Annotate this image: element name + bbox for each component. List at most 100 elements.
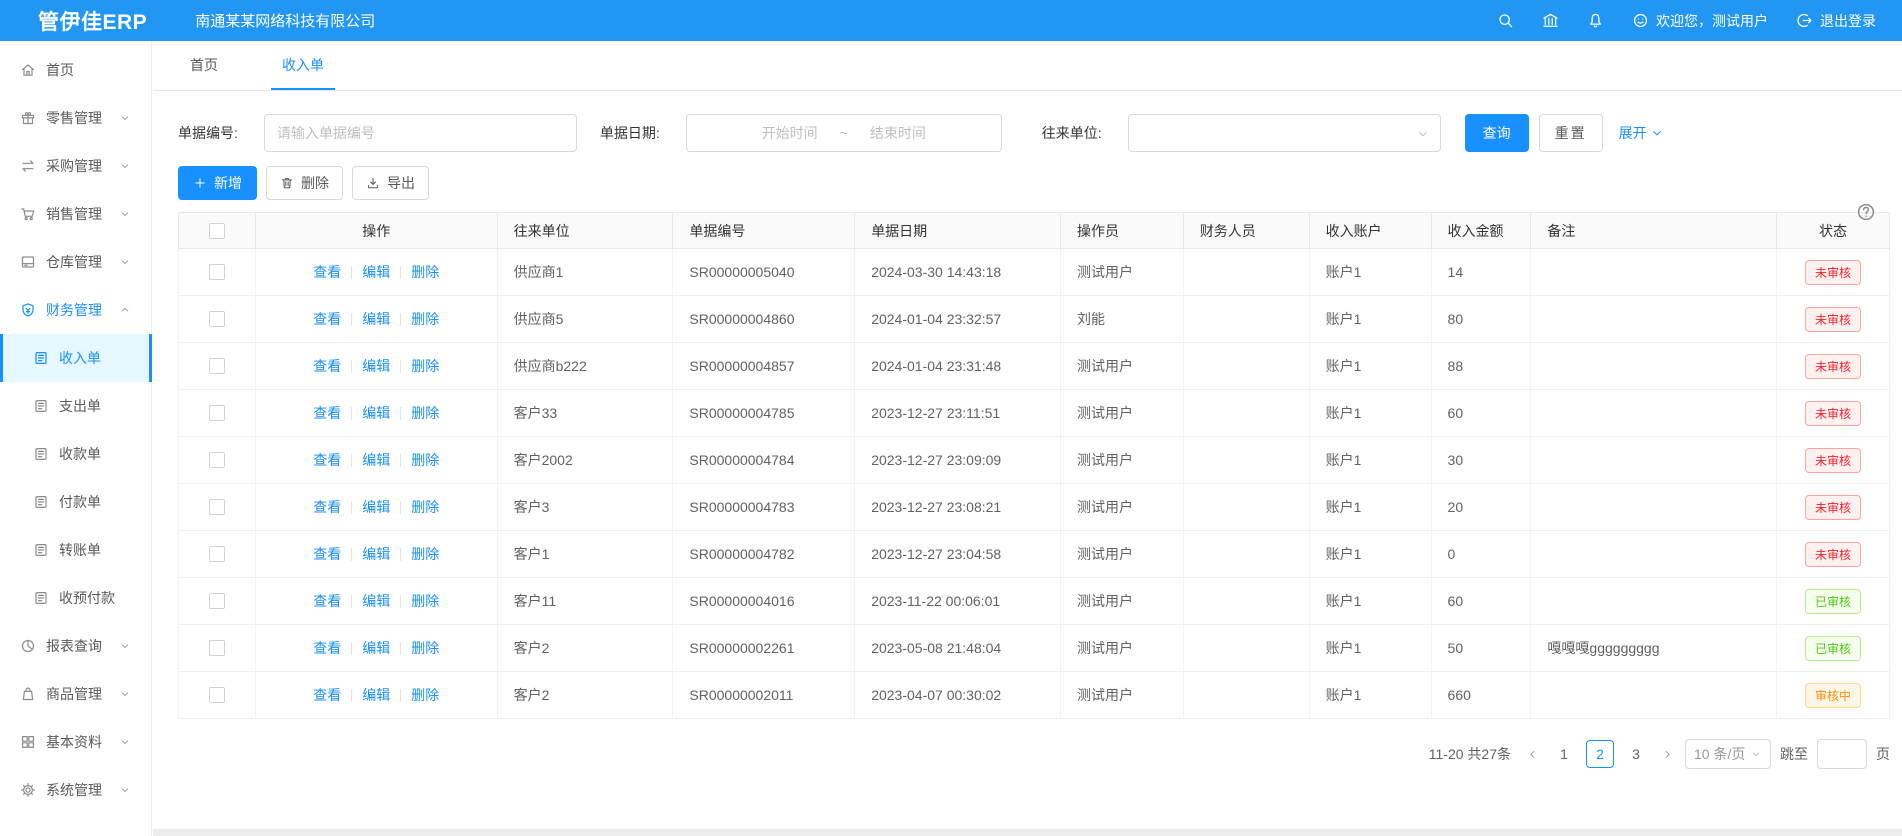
edit-link[interactable]: 编辑	[362, 309, 390, 329]
doc-icon	[33, 398, 49, 414]
edit-link[interactable]: 编辑	[362, 591, 390, 611]
sidebar-item-home[interactable]: 首页	[0, 46, 151, 94]
view-link[interactable]: 查看	[313, 685, 341, 705]
row-checkbox[interactable]	[209, 358, 225, 374]
tab-home[interactable]: 首页	[190, 55, 218, 90]
row-checkbox[interactable]	[209, 546, 225, 562]
view-link[interactable]: 查看	[313, 309, 341, 329]
cell-status: 审核中	[1777, 672, 1889, 718]
cell-operator: 测试用户	[1061, 249, 1184, 295]
delete-link[interactable]: 删除	[411, 403, 439, 423]
cell-account: 账户1	[1310, 343, 1432, 389]
delete-link[interactable]: 删除	[411, 591, 439, 611]
sidebar-item-payment-bill[interactable]: 付款单	[0, 478, 151, 526]
link-separator	[351, 407, 352, 420]
search-button[interactable]: 查询	[1465, 114, 1529, 152]
bell-icon[interactable]	[1587, 12, 1604, 29]
doc-icon	[33, 350, 49, 366]
sidebar-item-advance-receipt[interactable]: 收预付款	[0, 574, 151, 622]
edit-link[interactable]: 编辑	[362, 262, 390, 282]
logout-button[interactable]: 退出登录	[1796, 11, 1876, 31]
sidebar-item-income-bill[interactable]: 收入单	[0, 334, 151, 382]
bank-icon[interactable]	[1542, 12, 1559, 29]
view-link[interactable]: 查看	[313, 450, 341, 470]
cell-bill_no: SR00000004016	[673, 578, 855, 624]
delete-link[interactable]: 删除	[411, 262, 439, 282]
view-link[interactable]: 查看	[313, 638, 341, 658]
delete-link[interactable]: 删除	[411, 356, 439, 376]
row-checkbox[interactable]	[209, 405, 225, 421]
sidebar-item-transfer-bill[interactable]: 转账单	[0, 526, 151, 574]
sidebar-item-sales[interactable]: 销售管理	[0, 190, 151, 238]
view-link[interactable]: 查看	[313, 262, 341, 282]
cell-finance	[1184, 343, 1310, 389]
row-checkbox[interactable]	[209, 640, 225, 656]
partner-select[interactable]	[1128, 114, 1441, 152]
view-link[interactable]: 查看	[313, 544, 341, 564]
edit-link[interactable]: 编辑	[362, 638, 390, 658]
page-button-2[interactable]: 2	[1586, 740, 1614, 768]
delete-button[interactable]: 删除	[266, 166, 343, 200]
user-welcome[interactable]: 欢迎您，测试用户	[1632, 11, 1768, 31]
cell-account: 账户1	[1310, 578, 1432, 624]
cell-date: 2024-01-04 23:32:57	[855, 296, 1061, 342]
cell-amount: 88	[1432, 343, 1532, 389]
erp-page: 管伊佳ERP 南通某某网络科技有限公司 欢迎您，测试用户 退出登录 首页零售管理…	[0, 0, 1902, 836]
delete-link[interactable]: 删除	[411, 638, 439, 658]
delete-link[interactable]: 删除	[411, 497, 439, 517]
select-all-checkbox[interactable]	[209, 223, 225, 239]
horizontal-scrollbar[interactable]	[153, 829, 1902, 836]
view-link[interactable]: 查看	[313, 497, 341, 517]
sidebar-item-retail[interactable]: 零售管理	[0, 94, 151, 142]
sidebar-item-warehouse[interactable]: 仓库管理	[0, 238, 151, 286]
edit-link[interactable]: 编辑	[362, 403, 390, 423]
sidebar-item-purchase[interactable]: 采购管理	[0, 142, 151, 190]
view-link[interactable]: 查看	[313, 591, 341, 611]
edit-link[interactable]: 编辑	[362, 450, 390, 470]
cell-date: 2023-12-27 23:08:21	[855, 484, 1061, 530]
row-checkbox[interactable]	[209, 452, 225, 468]
jump-input[interactable]	[1817, 739, 1867, 769]
search-icon[interactable]	[1497, 12, 1514, 29]
next-page-button[interactable]	[1659, 748, 1676, 761]
cell-partner: 客户11	[498, 578, 674, 624]
row-checkbox[interactable]	[209, 499, 225, 515]
tab-income-bill[interactable]: 收入单	[282, 55, 324, 90]
sidebar-item-receipt-bill[interactable]: 收款单	[0, 430, 151, 478]
column-header: 收入账户	[1310, 213, 1432, 248]
sidebar-item-reports[interactable]: 报表查询	[0, 622, 151, 670]
view-link[interactable]: 查看	[313, 356, 341, 376]
reset-button[interactable]: 重置	[1539, 114, 1603, 152]
help-icon[interactable]	[1856, 202, 1876, 222]
edit-link[interactable]: 编辑	[362, 356, 390, 376]
edit-link[interactable]: 编辑	[362, 497, 390, 517]
edit-link[interactable]: 编辑	[362, 685, 390, 705]
sidebar-item-basic-data[interactable]: 基本资料	[0, 718, 151, 766]
row-checkbox-cell	[179, 437, 256, 483]
sidebar-item-system[interactable]: 系统管理	[0, 766, 151, 814]
edit-link[interactable]: 编辑	[362, 544, 390, 564]
page-button-1[interactable]: 1	[1550, 740, 1578, 768]
row-checkbox[interactable]	[209, 687, 225, 703]
delete-link[interactable]: 删除	[411, 685, 439, 705]
export-button[interactable]: 导出	[352, 166, 429, 200]
delete-link[interactable]: 删除	[411, 309, 439, 329]
date-range-picker[interactable]: 开始时间 ~ 结束时间	[686, 114, 1002, 152]
row-checkbox[interactable]	[209, 264, 225, 280]
delete-link[interactable]: 删除	[411, 450, 439, 470]
sidebar-item-expense-bill[interactable]: 支出单	[0, 382, 151, 430]
row-checkbox[interactable]	[209, 593, 225, 609]
cell-bill_no: SR00000004782	[673, 531, 855, 577]
page-button-3[interactable]: 3	[1622, 740, 1650, 768]
bill-no-input[interactable]	[264, 114, 577, 152]
expand-link[interactable]: 展开	[1619, 123, 1664, 143]
delete-link[interactable]: 删除	[411, 544, 439, 564]
add-button[interactable]: 新增	[178, 166, 257, 200]
sidebar-item-finance[interactable]: 财务管理	[0, 286, 151, 334]
page-size-select[interactable]: 10 条/页	[1685, 739, 1771, 769]
table-row: 查看编辑删除客户33SR000000047852023-12-27 23:11:…	[178, 390, 1890, 437]
sidebar-item-goods[interactable]: 商品管理	[0, 670, 151, 718]
row-checkbox[interactable]	[209, 311, 225, 327]
prev-page-button[interactable]	[1524, 748, 1541, 761]
view-link[interactable]: 查看	[313, 403, 341, 423]
